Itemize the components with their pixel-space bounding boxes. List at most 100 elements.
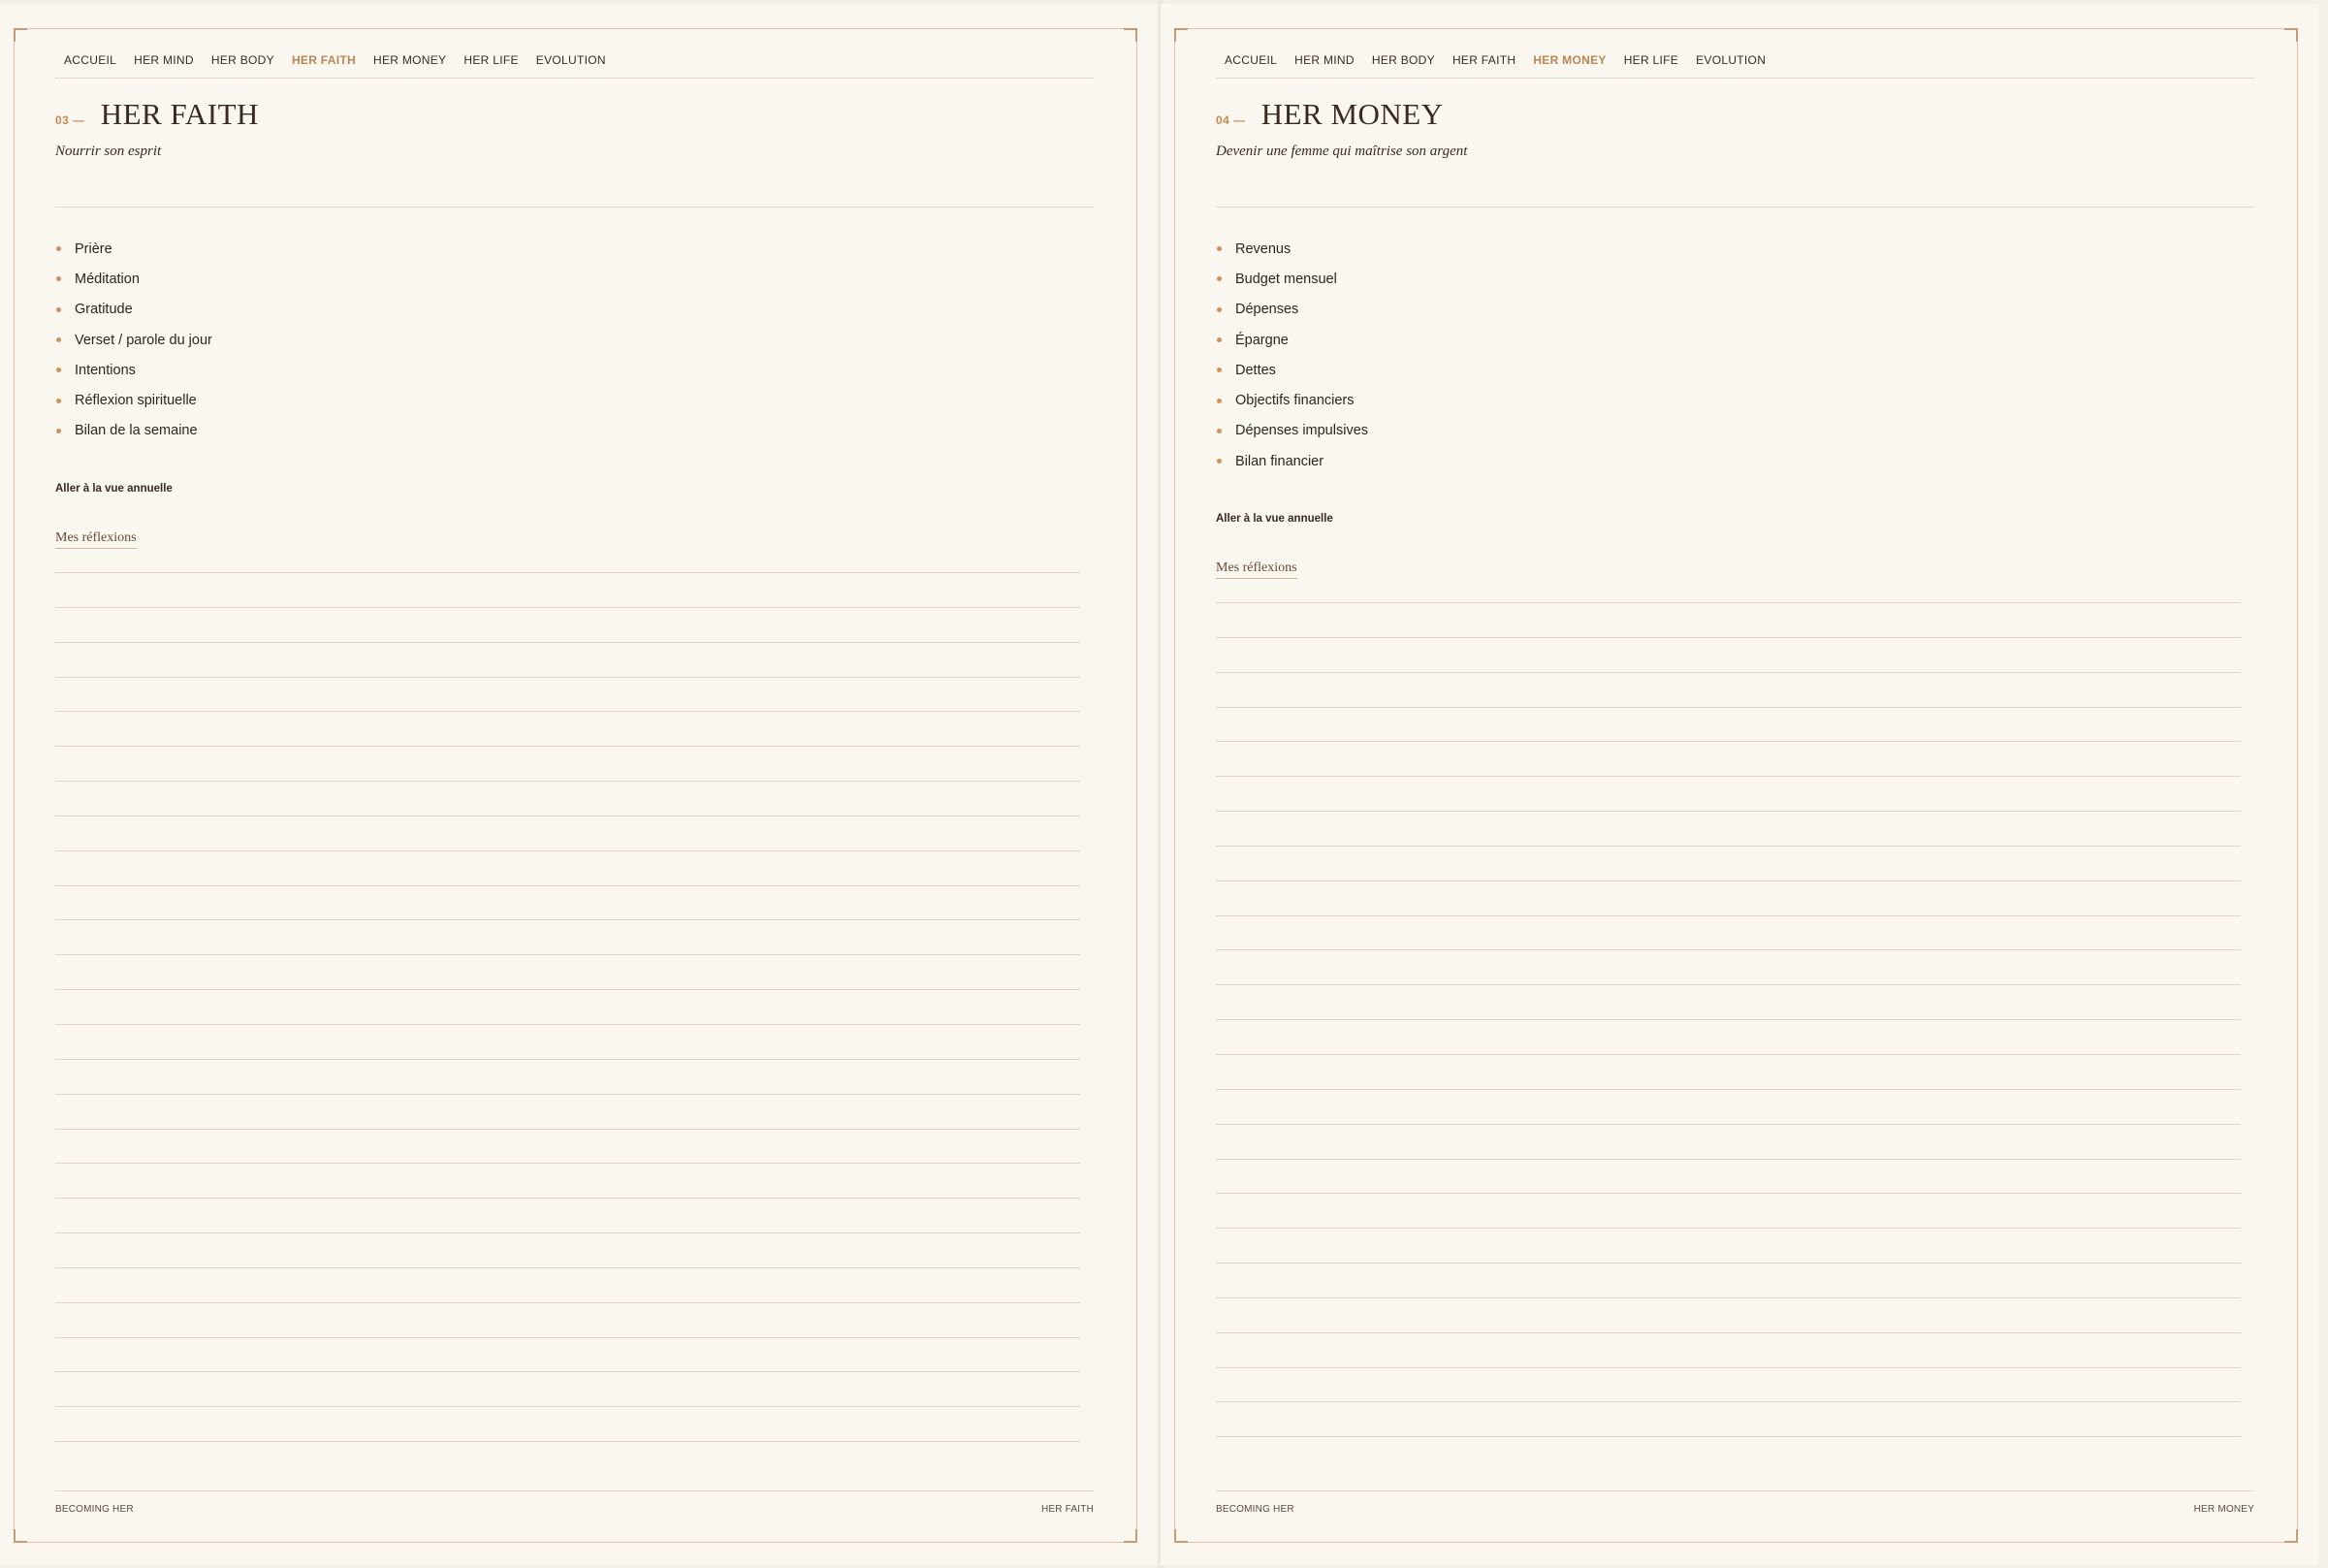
- nav-her-life[interactable]: HER LIFE: [1615, 53, 1687, 67]
- writing-line: [1216, 1228, 2241, 1230]
- writing-line: [1216, 1088, 2241, 1090]
- list-item-label: Dépenses impulsives: [1235, 423, 1369, 439]
- writing-line: [1216, 671, 2241, 673]
- list-item-label: Bilan financier: [1235, 453, 1324, 469]
- habit-list: Prière Méditation Gratitude Verset / par…: [55, 234, 212, 446]
- list-item[interactable]: Gratitude: [55, 295, 212, 325]
- habit-list: Revenus Budget mensuel Dépenses Épargne …: [1216, 234, 1368, 476]
- list-item-label: Objectifs financiers: [1235, 393, 1355, 409]
- nav-evolution[interactable]: EVOLUTION: [1687, 53, 1774, 67]
- page-subtitle: Nourrir son esprit: [55, 144, 162, 159]
- writing-line: [1216, 949, 2241, 951]
- list-item[interactable]: Budget mensuel: [1216, 264, 1368, 294]
- bullet-icon: [56, 337, 61, 343]
- writing-line: [55, 1266, 1080, 1268]
- writing-line: [1216, 1123, 2241, 1125]
- writing-line: [55, 1128, 1080, 1130]
- list-item[interactable]: Dépenses impulsives: [1216, 416, 1368, 446]
- nav-her-body[interactable]: HER BODY: [203, 53, 283, 67]
- list-item[interactable]: Intentions: [55, 355, 212, 385]
- nav-her-money[interactable]: HER MONEY: [1524, 53, 1614, 67]
- footer-divider: [55, 1490, 1094, 1491]
- writing-line: [1216, 1053, 2241, 1055]
- writing-line: [55, 1232, 1080, 1234]
- year-view-link[interactable]: Aller à la vue annuelle: [1216, 513, 1333, 525]
- writing-line: [1216, 1401, 2241, 1403]
- list-item[interactable]: Épargne: [1216, 325, 1368, 355]
- list-item[interactable]: Dettes: [1216, 355, 1368, 385]
- writing-line: [1216, 1436, 2241, 1438]
- nav-her-body[interactable]: HER BODY: [1363, 53, 1444, 67]
- list-item[interactable]: Revenus: [1216, 234, 1368, 264]
- list-item-label: Épargne: [1235, 332, 1289, 348]
- section-header: 04 — HER MONEY: [1216, 97, 1444, 132]
- writing-line: [1216, 1158, 2241, 1160]
- writing-line: [55, 1058, 1080, 1060]
- corner-ornament: [1174, 1529, 1188, 1543]
- bullet-icon: [56, 428, 61, 433]
- nav-accueil[interactable]: ACCUEIL: [55, 53, 125, 67]
- nav-her-faith[interactable]: HER FAITH: [283, 53, 365, 67]
- writing-line: [55, 572, 1080, 573]
- nav-her-money[interactable]: HER MONEY: [365, 53, 455, 67]
- bullet-icon: [1217, 246, 1222, 252]
- list-item[interactable]: Bilan financier: [1216, 446, 1368, 476]
- writing-lines[interactable]: [1216, 602, 2241, 1471]
- footer-brand: BECOMING HER: [55, 1504, 134, 1515]
- list-item[interactable]: Réflexion spirituelle: [55, 385, 212, 415]
- writing-lines[interactable]: [55, 572, 1080, 1476]
- nav-her-faith[interactable]: HER FAITH: [1444, 53, 1524, 67]
- bullet-icon: [56, 368, 61, 373]
- list-item-label: Prière: [75, 240, 112, 257]
- footer-divider: [1216, 1490, 2254, 1491]
- nav-her-life[interactable]: HER LIFE: [455, 53, 526, 67]
- corner-ornament: [1124, 28, 1137, 42]
- section-header: 03 — HER FAITH: [55, 97, 259, 132]
- writing-line: [55, 641, 1080, 643]
- writing-line: [1216, 1366, 2241, 1368]
- reflections-label: Mes réflexions: [55, 530, 137, 549]
- bullet-icon: [56, 276, 61, 282]
- list-item[interactable]: Objectifs financiers: [1216, 385, 1368, 415]
- list-item-label: Dépenses: [1235, 302, 1299, 318]
- writing-line: [1216, 1296, 2241, 1298]
- writing-line: [1216, 706, 2241, 708]
- writing-line: [55, 1406, 1080, 1408]
- writing-line: [55, 1198, 1080, 1200]
- writing-line: [55, 781, 1080, 783]
- list-item[interactable]: Verset / parole du jour: [55, 325, 212, 355]
- corner-ornament: [2284, 28, 2298, 42]
- page-her-faith: ACCUEIL HER MIND HER BODY HER FAITH HER …: [0, 4, 1158, 1565]
- corner-ornament: [1174, 28, 1188, 42]
- bullet-icon: [1217, 398, 1222, 403]
- corner-ornament: [1124, 1529, 1137, 1543]
- writing-line: [55, 1336, 1080, 1338]
- corner-ornament: [14, 1529, 27, 1543]
- writing-line: [55, 919, 1080, 921]
- bullet-icon: [1217, 306, 1222, 312]
- nav-evolution[interactable]: EVOLUTION: [527, 53, 615, 67]
- year-view-link[interactable]: Aller à la vue annuelle: [55, 483, 173, 495]
- writing-line: [55, 1301, 1080, 1303]
- footer-section: HER FAITH: [1040, 1504, 1094, 1515]
- writing-line: [55, 1371, 1080, 1373]
- list-item[interactable]: Dépenses: [1216, 295, 1368, 325]
- writing-line: [1216, 1019, 2241, 1021]
- list-item[interactable]: Méditation: [55, 264, 212, 294]
- list-item[interactable]: Bilan de la semaine: [55, 416, 212, 446]
- list-item[interactable]: Prière: [55, 234, 212, 264]
- nav-her-mind[interactable]: HER MIND: [1286, 53, 1363, 67]
- bullet-icon: [1217, 276, 1222, 282]
- list-item-label: Intentions: [75, 362, 136, 378]
- top-nav: ACCUEIL HER MIND HER BODY HER FAITH HER …: [1216, 43, 2254, 79]
- footer-section: HER MONEY: [2193, 1504, 2254, 1515]
- list-item-label: Revenus: [1235, 240, 1292, 257]
- writing-line: [55, 954, 1080, 956]
- writing-line: [1216, 741, 2241, 743]
- nav-her-mind[interactable]: HER MIND: [125, 53, 203, 67]
- writing-line: [1216, 1263, 2241, 1264]
- list-item-label: Bilan de la semaine: [75, 423, 198, 439]
- nav-accueil[interactable]: ACCUEIL: [1216, 53, 1286, 67]
- page-her-money: ACCUEIL HER MIND HER BODY HER FAITH HER …: [1161, 4, 2318, 1565]
- writing-line: [1216, 811, 2241, 813]
